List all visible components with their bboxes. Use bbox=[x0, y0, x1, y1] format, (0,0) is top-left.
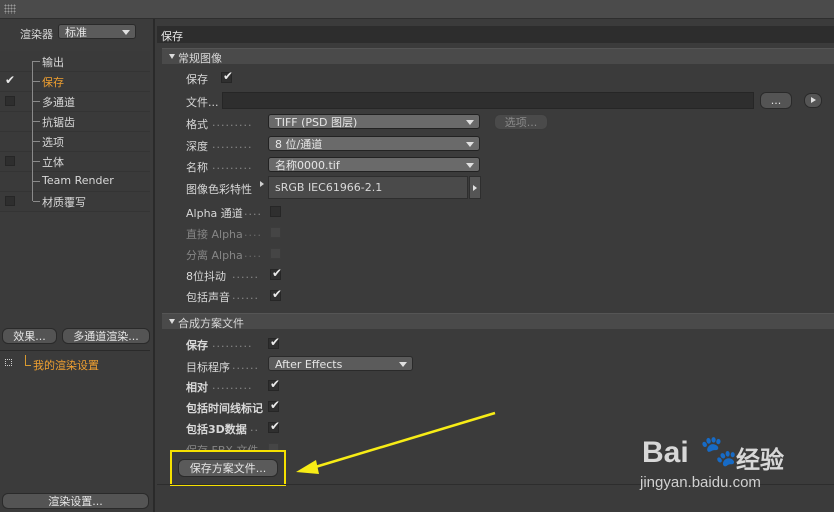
watermark-url: jingyan.baidu.com bbox=[640, 474, 761, 491]
arrow-line bbox=[311, 411, 496, 470]
paw-icon: 🐾 bbox=[700, 434, 738, 469]
watermark-brand-suffix: 经验 bbox=[736, 446, 784, 474]
baidu-watermark: Bai 🐾 经验 jingyan.baidu.com bbox=[640, 434, 834, 506]
arrow-head bbox=[296, 460, 319, 474]
watermark-brand: Bai bbox=[642, 436, 689, 469]
